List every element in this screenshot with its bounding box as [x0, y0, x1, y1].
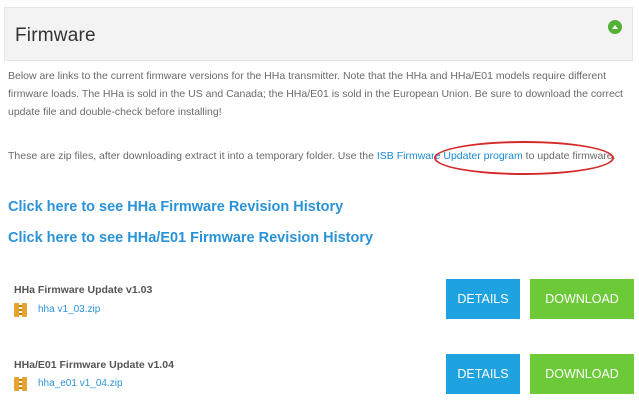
zip-note-text-end: to update firmware.: [522, 150, 616, 162]
hha-e01-revision-history-link[interactable]: Click here to see HHa/E01 Firmware Revis…: [8, 230, 373, 246]
zip-file-icon: [14, 377, 27, 391]
zip-note-text: These are zip files, after downloading e…: [8, 150, 377, 162]
zip-file-icon: [14, 303, 27, 317]
download-button[interactable]: DOWNLOAD: [530, 279, 634, 319]
zip-file-link[interactable]: hha v1_03.zip: [38, 304, 100, 315]
hha-revision-history-link[interactable]: Click here to see HHa Firmware Revision …: [8, 199, 343, 215]
zip-note-paragraph: These are zip files, after downloading e…: [8, 147, 632, 165]
firmware-updater-link[interactable]: ISB Firmware Updater program: [377, 150, 523, 162]
update-title: HHa/E01 Firmware Update v1.04: [14, 359, 174, 371]
collapse-up-icon[interactable]: [608, 20, 622, 34]
download-button[interactable]: DOWNLOAD: [530, 354, 634, 394]
intro-paragraph: Below are links to the current firmware …: [8, 70, 623, 118]
page-title: Firmware: [15, 25, 96, 46]
zip-file-link[interactable]: hha_e01 v1_04.zip: [38, 378, 123, 389]
firmware-panel-header: Firmware: [4, 7, 633, 61]
details-button[interactable]: DETAILS: [446, 354, 520, 394]
update-title: HHa Firmware Update v1.03: [14, 284, 153, 296]
details-button[interactable]: DETAILS: [446, 279, 520, 319]
